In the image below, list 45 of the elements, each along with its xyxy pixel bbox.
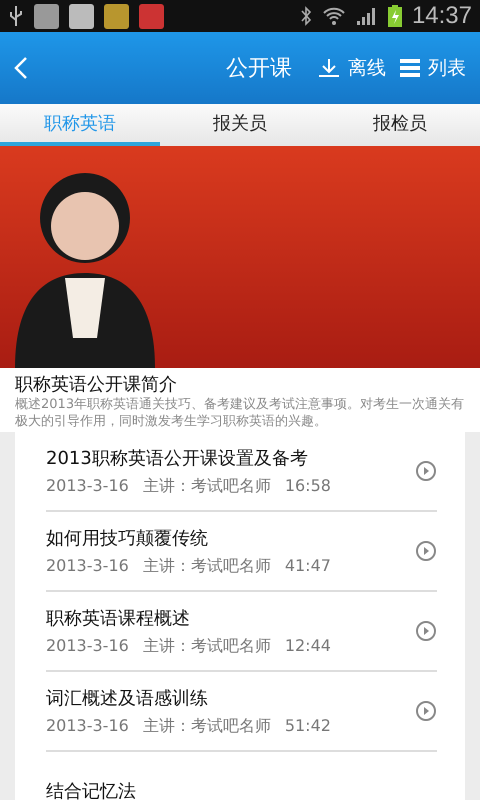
intro-title: 职称英语公开课简介: [15, 373, 178, 396]
lesson-date: 2013-3-16: [46, 476, 129, 496]
play-icon[interactable]: [415, 700, 437, 722]
signal-icon: [356, 6, 378, 26]
play-icon[interactable]: [415, 460, 437, 482]
lesson-item[interactable]: 2013职称英语公开课设置及备考 2013-3-16 主讲：考试吧名师 16:58: [46, 432, 437, 512]
tab[interactable]: 报关员: [160, 104, 320, 146]
page-title: 公开课: [226, 55, 292, 83]
lesson-speaker: 主讲：考试吧名师: [142, 556, 271, 576]
lesson-date: 2013-3-16: [46, 636, 129, 656]
lesson-speaker: 主讲：考试吧名师: [142, 476, 271, 496]
lesson-duration: 41:47: [284, 556, 331, 576]
play-icon[interactable]: [415, 620, 437, 642]
menu-icon: [400, 59, 420, 77]
lesson-duration: 51:42: [284, 716, 331, 736]
lesson-title: 2013职称英语公开课设置及备考: [46, 446, 309, 470]
app-icon: [69, 4, 94, 28]
intro-description: 概述2013年职称英语通关技巧、备考建议及考试注意事项。对考生一次通关有极大的引导作用，同时激发考生学习职称英语的兴趣。: [15, 396, 465, 430]
lesson-speaker: 主讲：考试吧名师: [142, 636, 271, 656]
tab[interactable]: 报检员: [320, 104, 480, 146]
app-icon: [139, 4, 164, 28]
lesson-title: 如何用技巧颠覆传统: [46, 526, 209, 550]
lesson-date: 2013-3-16: [46, 716, 129, 736]
lesson-date: 2013-3-16: [46, 556, 129, 576]
battery-icon: [388, 5, 402, 27]
header-action-button[interactable]: 离线: [316, 55, 388, 81]
lesson-title: 职称英语课程概述: [46, 606, 191, 630]
lesson-title: 词汇概述及语感训练: [46, 686, 209, 710]
lesson-speaker: 主讲：考试吧名师: [142, 716, 271, 736]
lesson-duration: 12:44: [284, 636, 331, 656]
play-icon[interactable]: [415, 540, 437, 562]
lesson-duration: 16:58: [284, 476, 331, 496]
usb-icon: [8, 5, 24, 27]
lesson-item[interactable]: 如何用技巧颠覆传统 2013-3-16 主讲：考试吧名师 41:47: [46, 512, 437, 592]
clock-time: 14:37: [412, 2, 472, 30]
lesson-item[interactable]: 职称英语课程概述 2013-3-16 主讲：考试吧名师 12:44: [46, 592, 437, 672]
wifi-icon: [322, 6, 346, 26]
app-icon: [104, 4, 129, 28]
lesson-item[interactable]: 结合记忆法: [46, 752, 437, 800]
header-action-button[interactable]: 列表: [398, 55, 468, 81]
bluetooth-icon: [300, 6, 312, 26]
download-icon: [318, 58, 340, 78]
back-icon[interactable]: [14, 56, 28, 80]
lesson-item[interactable]: 词汇概述及语感训练 2013-3-16 主讲：考试吧名师 51:42: [46, 672, 437, 752]
lesson-title: 结合记忆法: [46, 780, 137, 800]
